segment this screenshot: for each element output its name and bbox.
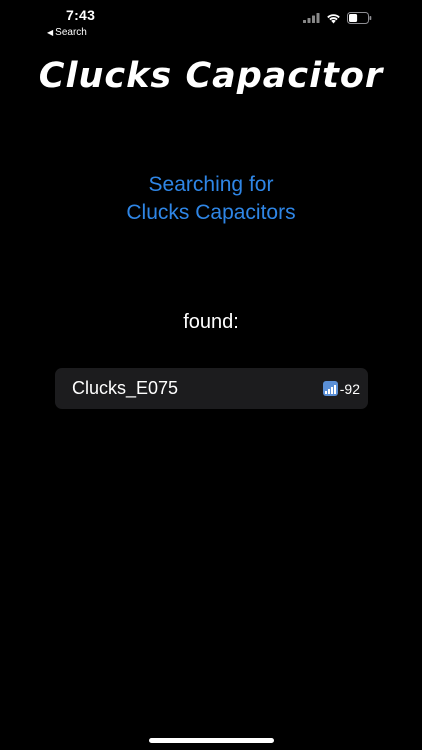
searching-status: Searching for Clucks Capacitors [0,171,422,227]
status-time: 7:43 [66,7,96,23]
device-name: Clucks_E075 [72,378,179,398]
status-bar: 7:43 ◀ Search [0,0,422,44]
back-to-search-link[interactable]: ◀ Search [47,27,87,38]
searching-status-line2: Clucks Capacitors [126,201,296,224]
back-arrow-icon: ◀ [47,28,54,37]
home-indicator [149,738,274,743]
device-row[interactable]: Clucks_E075 -92 [55,368,368,409]
back-link-label: Search [55,27,87,38]
wifi-icon [327,13,340,23]
signal-strength-icon [322,381,338,396]
app-title: Clucks Capacitor [38,56,384,96]
status-icons [303,12,372,24]
rssi-value: -92 [339,380,360,397]
device-rssi: -92 [322,380,360,397]
cellular-signal-icon [303,13,320,23]
searching-status-line1: Searching for [148,173,274,196]
found-label: found: [183,311,239,333]
battery-icon [347,12,372,24]
